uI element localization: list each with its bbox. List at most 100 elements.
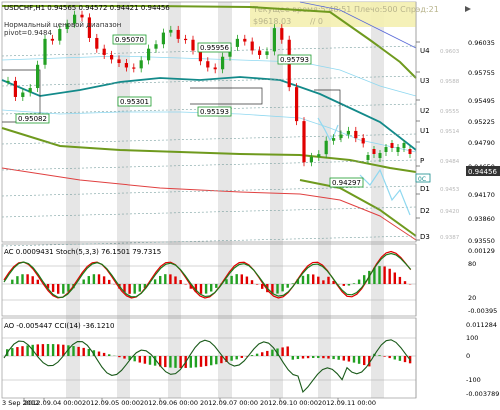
pivot-label: pivot=0.9484: [4, 29, 52, 37]
stoch-label: AC 0.0009431 Stoch(5,3,3) 76.1501 79.731…: [4, 248, 161, 256]
ac-bar: [205, 284, 207, 294]
candle-body: [302, 121, 305, 162]
candle-body: [177, 30, 180, 39]
pivot-faint-value: 0.9514: [440, 129, 460, 135]
candle-body: [332, 138, 335, 141]
price-label: 0.95793: [280, 56, 309, 64]
ac-bar: [246, 277, 248, 284]
ac-bar: [57, 284, 59, 294]
stoch-tick-label: 0.00129: [468, 247, 495, 255]
candle-body: [154, 44, 157, 48]
ac-bar: [11, 280, 13, 284]
ac-bar: [343, 284, 345, 286]
ac-bar: [378, 266, 380, 284]
ac-bar: [225, 279, 227, 284]
ac-bar: [37, 280, 39, 284]
ac-bar: [128, 284, 130, 294]
ao-bar: [190, 356, 192, 368]
ao-bar: [215, 356, 217, 364]
candle-body: [214, 67, 217, 69]
ac-bar: [98, 274, 100, 284]
session-stripe: [371, 2, 384, 398]
ac-bar: [230, 276, 232, 284]
ac-bar: [256, 284, 258, 285]
ao-bar: [297, 356, 299, 359]
candle-body: [354, 131, 357, 138]
ao-bar: [42, 344, 44, 356]
candle-body: [184, 39, 187, 40]
price-label: 0.95301: [120, 98, 149, 106]
ao-bar: [343, 356, 345, 361]
ao-bar: [72, 346, 74, 356]
price-tick-label: 0.95225: [468, 118, 495, 126]
ao-bar: [389, 356, 391, 358]
ao-bar: [21, 346, 23, 356]
ao-bar: [363, 356, 365, 365]
price-tick-label: 0.93550: [468, 237, 495, 245]
banner-value: $9618.03: [253, 17, 291, 26]
ao-bar: [348, 356, 350, 362]
cci-tick-label: 0.011284: [466, 321, 497, 329]
ao-bar: [16, 347, 18, 356]
stoch-tick-label: -0.00395: [468, 307, 497, 315]
pivot-faint-value: 0.9420: [440, 209, 460, 215]
ao-bar: [266, 351, 268, 356]
ao-bar: [220, 356, 222, 363]
candle-body: [162, 33, 165, 45]
ao-bar: [251, 355, 253, 356]
candle-body: [379, 153, 382, 158]
pivot-level-label: U1: [420, 127, 430, 135]
ac-bar: [348, 284, 350, 286]
price-label: 0.95082: [18, 115, 47, 123]
ao-bar: [57, 344, 59, 356]
candle-body: [43, 39, 46, 65]
ac-bar: [236, 274, 238, 284]
ao-bar: [37, 344, 39, 356]
candle-body: [317, 154, 320, 157]
ao-bar: [200, 356, 202, 367]
ac-bar: [327, 277, 329, 284]
range-title: Нормальный ценовой диапазон: [4, 21, 121, 29]
ao-bar: [338, 356, 340, 360]
candle-body: [191, 40, 194, 51]
stoch-tick-label: 20: [468, 294, 476, 302]
ao-bar: [134, 356, 136, 361]
candle-body: [140, 60, 143, 68]
cci-tick-label: -0.003789: [466, 390, 499, 398]
pivot-level-label: D3: [420, 233, 430, 241]
ao-bar: [302, 356, 304, 359]
ao-bar: [287, 346, 289, 356]
ac-bar: [103, 276, 105, 284]
candle-body: [373, 149, 376, 154]
ac-bar: [159, 276, 161, 284]
time-tick-label: 2012.09.07 00:00: [200, 399, 258, 407]
price-label: 0.95070: [115, 36, 144, 44]
time-axis: 3 Sep 20122012.09.04 00:002012.09.05 00:…: [2, 398, 376, 407]
ac-bar: [52, 284, 54, 292]
ac-bar: [215, 284, 217, 288]
candle-body: [6, 81, 9, 82]
ao-bar: [332, 356, 334, 359]
ac-bar: [383, 266, 385, 284]
ac-bar: [251, 280, 253, 284]
ao-bar: [108, 354, 110, 356]
price-label: 0.95956: [200, 44, 229, 52]
ao-bar: [271, 350, 273, 356]
stoch-tick-label: 80: [468, 260, 476, 268]
level-badge: 0C: [418, 176, 426, 183]
ac-bar: [169, 274, 171, 284]
ac-bar: [154, 279, 156, 284]
ac-bar: [287, 284, 289, 288]
session-stripe: [66, 2, 80, 398]
candle-body: [397, 147, 400, 152]
candle-body: [58, 29, 61, 41]
ao-bar: [98, 352, 100, 356]
trading-chart[interactable]: Текущее время:5:48:51 Плечо:500 Спрэд:21…: [0, 0, 500, 408]
candle-body: [14, 81, 17, 97]
candle-body: [236, 39, 239, 47]
ao-bar: [179, 356, 181, 368]
ao-bar: [230, 356, 232, 361]
candle-body: [347, 131, 350, 135]
pivot-faint-value: 0.9603: [440, 49, 460, 55]
ao-bar: [103, 353, 105, 356]
